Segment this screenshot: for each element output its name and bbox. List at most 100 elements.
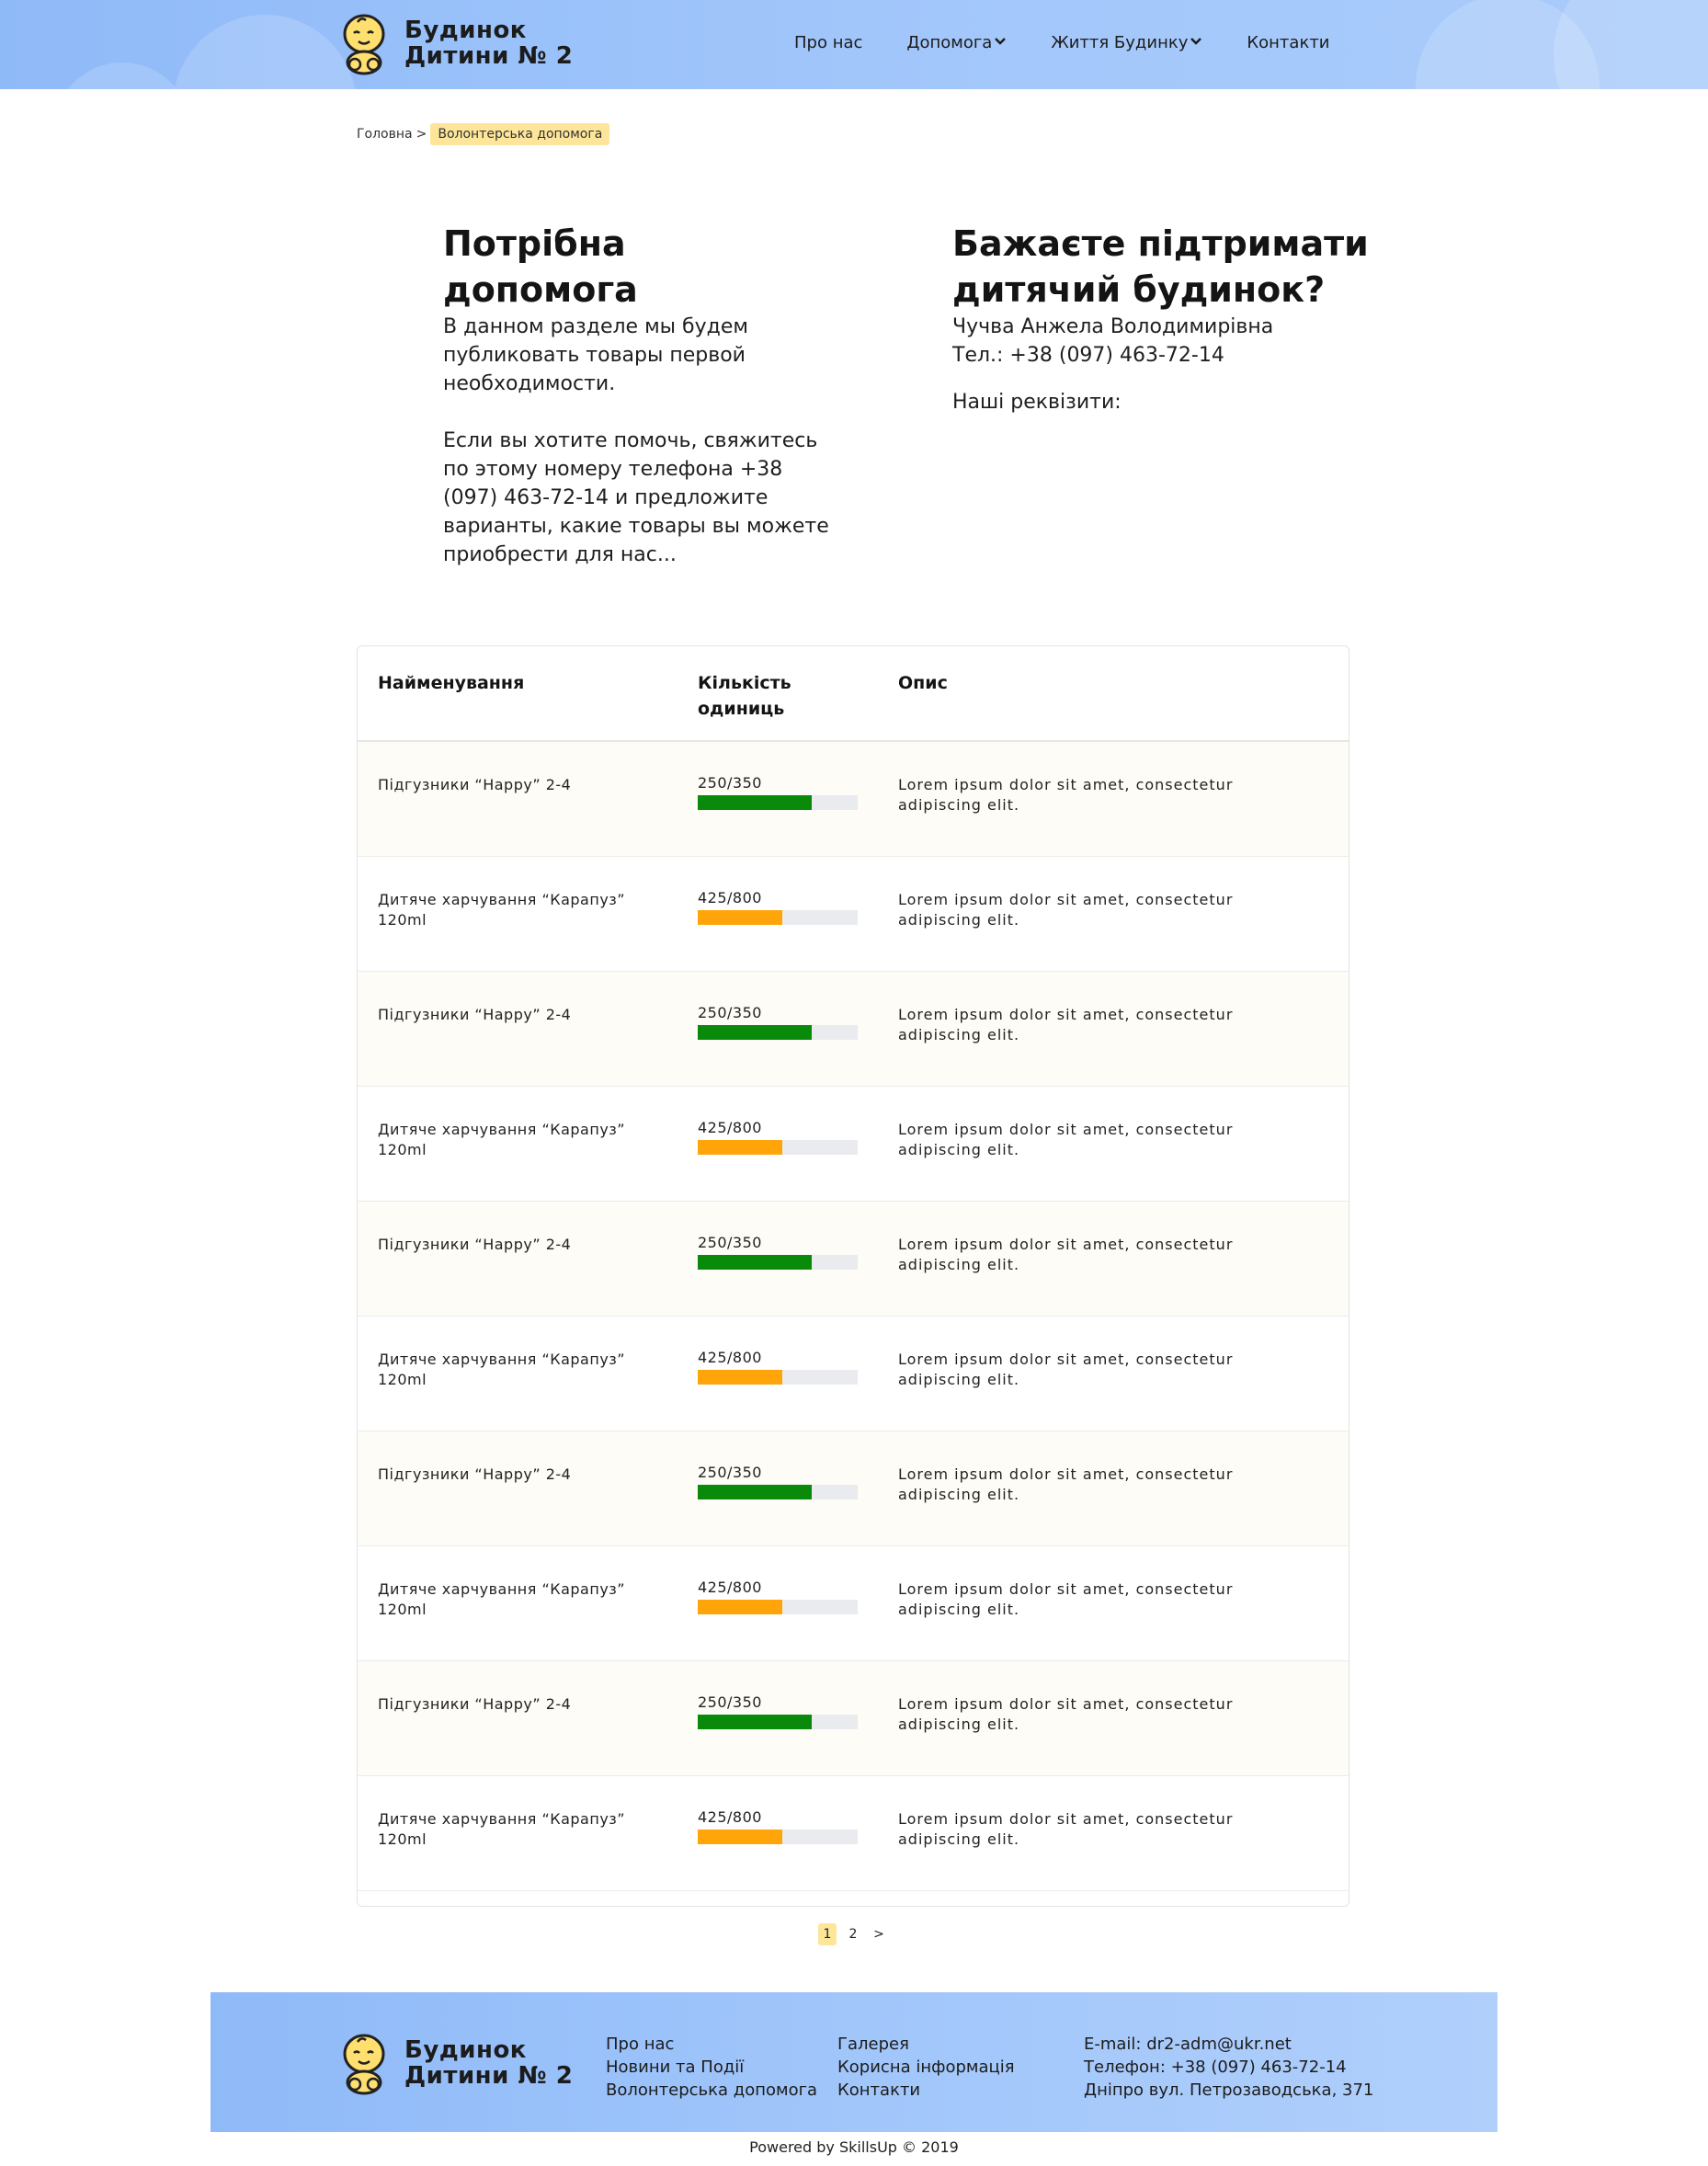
- column-header-name: Найменування: [378, 673, 525, 693]
- progress-bar: [698, 795, 858, 810]
- next-page-button[interactable]: >: [870, 1923, 888, 1945]
- header-logo[interactable]: Будинок Дитини № 2: [342, 11, 573, 75]
- item-quantity: 425/800: [698, 890, 860, 925]
- quantity-text: 425/800: [698, 1119, 762, 1136]
- footer-link-useful-info[interactable]: Корисна інформація: [837, 2056, 1015, 2079]
- footer-link-about[interactable]: Про нас: [606, 2033, 817, 2056]
- progress-bar: [698, 1025, 858, 1040]
- item-quantity: 425/800: [698, 1809, 860, 1844]
- needs-table: Найменування Кількість одиниць Опис Підг…: [357, 645, 1349, 1907]
- nav-contacts[interactable]: Контакти: [1247, 33, 1329, 52]
- nav-about-label: Про нас: [794, 33, 863, 52]
- item-quantity: 250/350: [698, 1465, 860, 1499]
- need-help-section: Потрібна допомога В данном разделе мы бу…: [443, 221, 829, 569]
- breadcrumb-separator: >: [416, 127, 427, 142]
- progress-fill: [698, 1715, 813, 1729]
- nav-life[interactable]: Життя Будинку: [1051, 33, 1202, 52]
- progress-fill: [698, 1140, 783, 1155]
- page-1-button[interactable]: 1: [818, 1923, 837, 1945]
- nav-life-label: Життя Будинку: [1051, 33, 1189, 52]
- item-name: Дитяче харчування “Карапуз” 120ml: [378, 1351, 626, 1388]
- page-2-button[interactable]: 2: [844, 1923, 862, 1945]
- footer-links-col-2: Галерея Корисна інформація Контакти: [837, 2033, 1015, 2102]
- nav-help[interactable]: Допомога: [906, 33, 1007, 52]
- footer-address: Дніпро вул. Петрозаводська, 371: [1084, 2080, 1374, 2100]
- item-name: Підгузники “Happy” 2-4: [378, 1236, 572, 1253]
- progress-fill: [698, 1830, 783, 1844]
- need-help-title: Потрібна допомога: [443, 223, 638, 310]
- item-quantity: 425/800: [698, 1120, 860, 1155]
- footer-logo[interactable]: Будинок Дитини № 2: [342, 2031, 573, 2095]
- quantity-text: 250/350: [698, 1693, 762, 1711]
- item-description: Lorem ipsum dolor sit amet, consectetur …: [898, 1810, 1234, 1848]
- footer-brand-title: Будинок Дитини № 2: [404, 2037, 573, 2089]
- item-quantity: 250/350: [698, 1235, 860, 1270]
- footer-link-news[interactable]: Новини та Події: [606, 2056, 817, 2079]
- item-description: Lorem ipsum dolor sit amet, consectetur …: [898, 1351, 1234, 1388]
- support-requisites: Наші реквізити:: [952, 391, 1122, 414]
- chevron-down-icon: [1190, 35, 1202, 50]
- item-name: Підгузники “Happy” 2-4: [378, 776, 572, 793]
- item-description: Lorem ipsum dolor sit amet, consectetur …: [898, 1580, 1234, 1618]
- site-footer: Будинок Дитини № 2 Про нас Новини та Под…: [211, 1992, 1497, 2132]
- progress-bar: [698, 1715, 858, 1729]
- item-description: Lorem ipsum dolor sit amet, consectetur …: [898, 891, 1234, 929]
- quantity-text: 250/350: [698, 1464, 762, 1481]
- progress-bar: [698, 1485, 858, 1499]
- progress-bar: [698, 1140, 858, 1155]
- item-name: Підгузники “Happy” 2-4: [378, 1695, 572, 1713]
- support-title: Бажаєте підтримати дитячий будинок?: [952, 223, 1369, 310]
- baby-logo-icon: [342, 11, 386, 75]
- quantity-text: 250/350: [698, 1234, 762, 1251]
- item-name: Підгузники “Happy” 2-4: [378, 1006, 572, 1023]
- column-header-desc: Опис: [898, 673, 948, 693]
- breadcrumb: Головна > Волонтерська допомога: [357, 123, 610, 145]
- table-row: Підгузники “Happy” 2-4 250/350 Lorem ipsum…: [358, 1431, 1349, 1546]
- progress-fill: [698, 910, 783, 925]
- support-contact-name: Чучва Анжела Володимирівна: [952, 315, 1274, 338]
- need-help-text-2: Если вы хотите помочь, свяжитесь по этом…: [443, 429, 829, 566]
- nav-help-label: Допомога: [906, 33, 993, 52]
- column-header-qty: Кількість одиниць: [698, 673, 791, 719]
- quantity-text: 425/800: [698, 1349, 762, 1366]
- footer-phone: Телефон: +38 (097) 463-72-14: [1084, 2058, 1347, 2077]
- table-row: Дитяче харчування “Карапуз” 120ml 425/800…: [358, 1776, 1349, 1891]
- header-cloud-decor: [173, 15, 357, 89]
- quantity-text: 425/800: [698, 1579, 762, 1596]
- footer-link-contacts[interactable]: Контакти: [837, 2079, 1015, 2102]
- footer-email[interactable]: E-mail: dr2-adm@ukr.net: [1084, 2033, 1373, 2056]
- header-cloud-decor: [53, 63, 191, 89]
- need-help-text-1: В данном разделе мы будем публиковать то…: [443, 315, 748, 395]
- footer-contacts: E-mail: dr2-adm@ukr.net Телефон: +38 (09…: [1084, 2033, 1373, 2102]
- header-cloud-decor: [1554, 0, 1708, 89]
- progress-bar: [698, 1370, 858, 1385]
- site-header: Будинок Дитини № 2 Про нас Допомога Житт…: [0, 0, 1708, 89]
- progress-fill: [698, 1485, 813, 1499]
- main-nav: Про нас Допомога Життя Будинку Контакти: [794, 33, 1374, 52]
- item-quantity: 425/800: [698, 1350, 860, 1385]
- nav-about[interactable]: Про нас: [794, 33, 862, 52]
- brand-title: Будинок Дитини № 2: [404, 17, 573, 69]
- progress-bar: [698, 910, 858, 925]
- breadcrumb-current: Волонтерська допомога: [430, 123, 610, 145]
- breadcrumb-home-link[interactable]: Головна: [357, 127, 413, 142]
- progress-bar: [698, 1600, 858, 1614]
- progress-fill: [698, 1600, 783, 1614]
- progress-bar: [698, 1830, 858, 1844]
- footer-brand-line-2: Дитини № 2: [404, 2062, 574, 2090]
- quantity-text: 425/800: [698, 1808, 762, 1826]
- item-name: Дитяче харчування “Карапуз” 120ml: [378, 1580, 626, 1618]
- item-quantity: 250/350: [698, 775, 860, 810]
- item-description: Lorem ipsum dolor sit amet, consectetur …: [898, 776, 1234, 814]
- progress-fill: [698, 1255, 813, 1270]
- table-row: Підгузники “Happy” 2-4 250/350 Lorem ipsum…: [358, 1202, 1349, 1317]
- item-description: Lorem ipsum dolor sit amet, consectetur …: [898, 1465, 1234, 1503]
- quantity-text: 250/350: [698, 1004, 762, 1021]
- table-row: Дитяче харчування “Карапуз” 120ml 425/800…: [358, 1317, 1349, 1431]
- item-quantity: 250/350: [698, 1694, 860, 1729]
- footer-link-volunteer[interactable]: Волонтерська допомога: [606, 2079, 817, 2102]
- footer-link-gallery[interactable]: Галерея: [837, 2033, 1015, 2056]
- item-quantity: 250/350: [698, 1005, 860, 1040]
- table-row: Підгузники “Happy” 2-4 250/350 Lorem ipsum…: [358, 1661, 1349, 1776]
- support-section: Бажаєте підтримати дитячий будинок? Чучв…: [952, 221, 1375, 416]
